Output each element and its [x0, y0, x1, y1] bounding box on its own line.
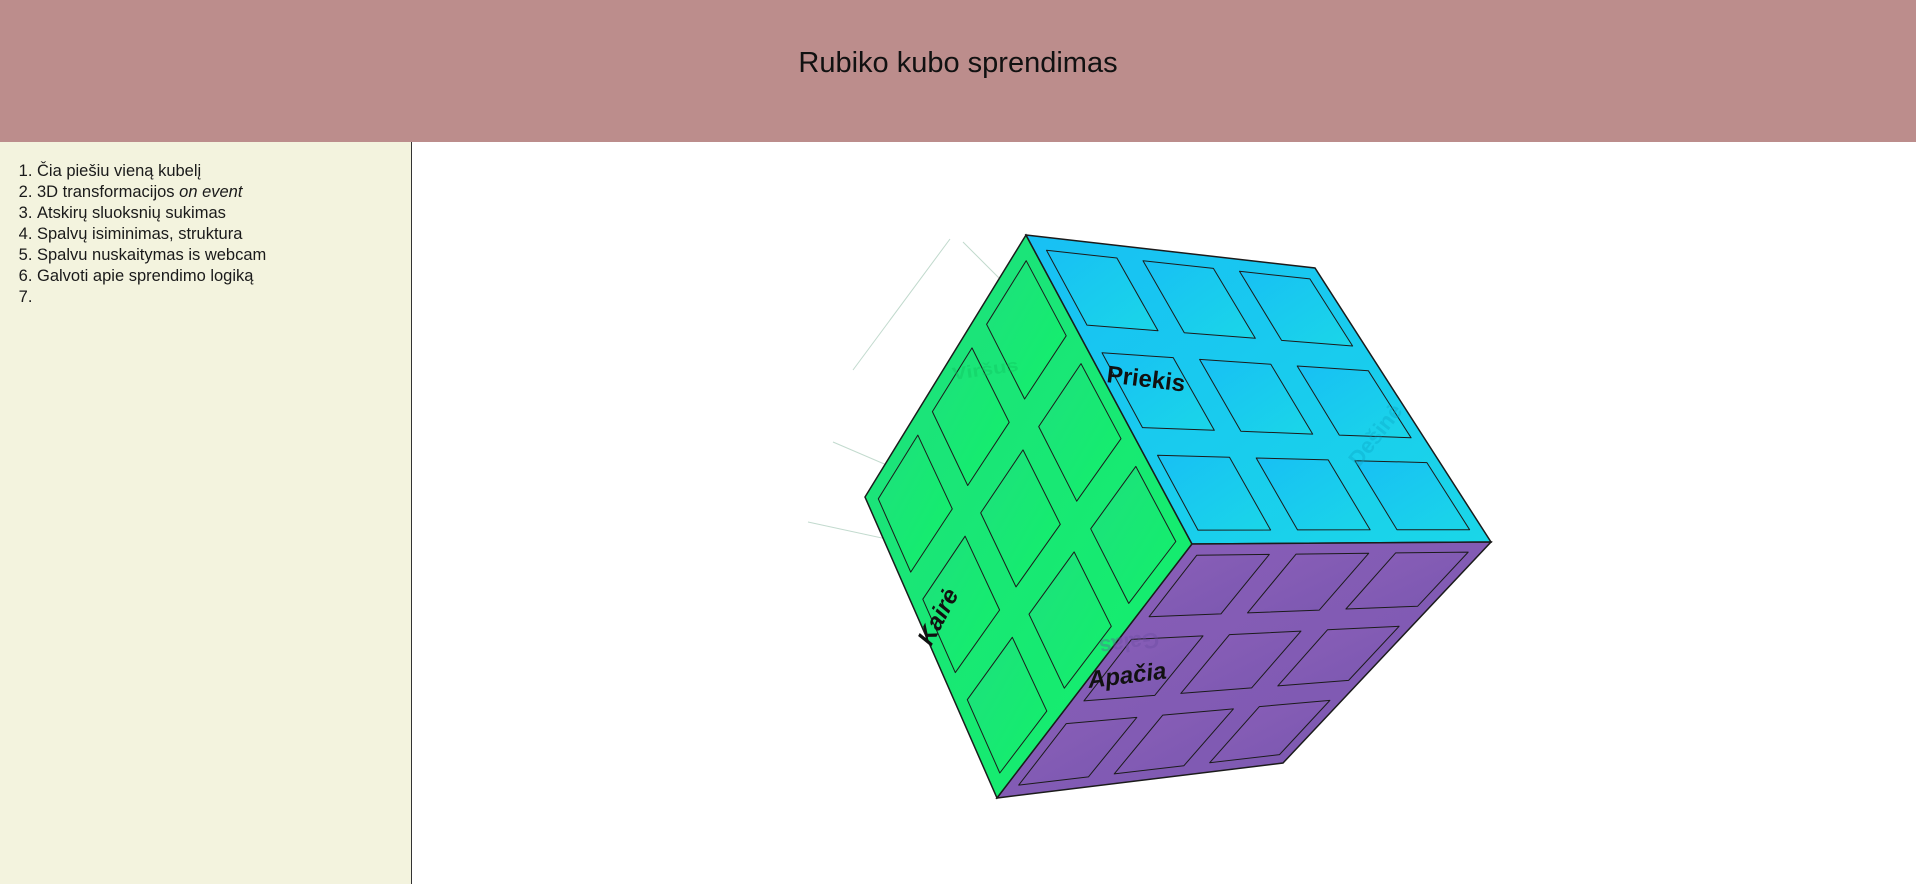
list-item: 3D transformacijos on event	[37, 182, 411, 203]
list-item-text: Galvoti apie sprendimo logiką	[37, 267, 254, 285]
rubiks-cube-3d[interactable]: Viršus Dešinė Galas Priekis Kairė Apačia	[413, 142, 1916, 884]
list-item: Atskirų sluoksnių sukimas	[37, 203, 411, 224]
list-item: Čia piešiu vieną kubelį	[37, 161, 411, 182]
list-item-emphasis: on event	[179, 183, 243, 201]
list-item	[37, 287, 411, 308]
cube-viewport[interactable]: Viršus Dešinė Galas Priekis Kairė Apačia	[413, 142, 1916, 884]
list-item: Galvoti apie sprendimo logiką	[37, 266, 411, 287]
list-item-text: 3D transformacijos	[37, 183, 180, 201]
list-item-text: Spalvu nuskaitymas is webcam	[37, 246, 267, 264]
list-item-text: Spalvų isiminimas, struktura	[37, 225, 243, 243]
list-item-text: Čia piešiu vieną kubelį	[37, 162, 202, 180]
page-title: Rubiko kubo sprendimas	[798, 46, 1118, 79]
list-item: Spalvu nuskaitymas is webcam	[37, 245, 411, 266]
page-header: Rubiko kubo sprendimas	[0, 0, 1916, 142]
todo-list: Čia piešiu vieną kubelį 3D transformacij…	[0, 142, 411, 308]
list-item: Spalvų isiminimas, struktura	[37, 224, 411, 245]
sidebar-todo-panel: Čia piešiu vieną kubelį 3D transformacij…	[0, 142, 412, 884]
list-item-text: Atskirų sluoksnių sukimas	[37, 204, 226, 222]
